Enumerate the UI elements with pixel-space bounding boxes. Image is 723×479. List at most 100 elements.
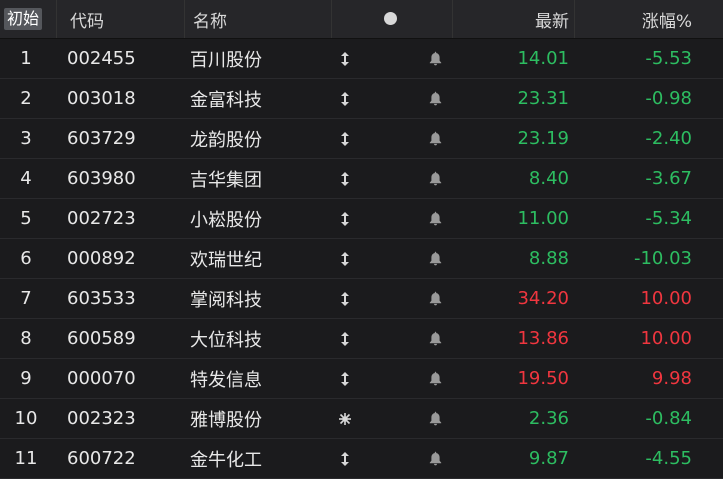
row-index: 6 [20, 248, 32, 269]
name-column-header[interactable]: 名称 [193, 0, 227, 38]
table-row[interactable]: 6 000892 欢瑞世纪 8.88 -10.03 [0, 239, 723, 279]
spark-icon[interactable] [338, 399, 352, 438]
sort-icon[interactable] [338, 359, 352, 398]
change-percent: -10.03 [633, 248, 692, 269]
stock-name: 吉华集团 [190, 169, 262, 191]
change-percent: -0.98 [645, 88, 692, 109]
sort-icon[interactable] [338, 439, 352, 478]
stock-table: 初始 代码 名称 最新 涨幅% 1 002455 百川股份 14.01 -5.53 2 00… [0, 0, 723, 479]
change-percent: -0.84 [645, 408, 692, 429]
latest-price: 9.87 [528, 448, 569, 469]
bell-icon[interactable] [428, 199, 442, 238]
bell-icon[interactable] [428, 279, 442, 318]
bell-icon[interactable] [428, 439, 442, 478]
stock-name: 特发信息 [190, 369, 262, 391]
stock-code: 003018 [67, 88, 136, 109]
sort-icon[interactable] [338, 239, 352, 278]
row-index: 11 [14, 448, 38, 469]
table-row[interactable]: 11 600722 金牛化工 9.87 -4.55 [0, 439, 723, 479]
bell-icon[interactable] [428, 359, 442, 398]
status-dot-icon[interactable] [384, 12, 397, 25]
change-percent: 9.98 [651, 368, 692, 389]
row-index: 7 [20, 288, 32, 309]
column-separator[interactable] [574, 0, 575, 38]
row-index: 5 [20, 208, 32, 229]
sort-icon[interactable] [338, 79, 352, 118]
stock-code: 603533 [67, 288, 136, 309]
table-row[interactable]: 10 002323 雅博股份 2.36 -0.84 [0, 399, 723, 439]
change-percent: -3.67 [645, 168, 692, 189]
row-index: 9 [20, 368, 32, 389]
sort-icon[interactable] [338, 199, 352, 238]
sort-icon[interactable] [338, 319, 352, 358]
row-index: 4 [20, 168, 32, 189]
change-percent: -2.40 [645, 128, 692, 149]
stock-name: 大位科技 [190, 329, 262, 351]
row-index: 2 [20, 88, 32, 109]
change-percent: -4.55 [645, 448, 692, 469]
change-percent: -5.53 [645, 48, 692, 69]
stock-code: 000892 [67, 248, 136, 269]
stock-code: 600722 [67, 448, 136, 469]
stock-name: 金富科技 [190, 89, 262, 111]
stock-code: 600589 [67, 328, 136, 349]
column-separator[interactable] [184, 0, 185, 38]
column-separator[interactable] [452, 0, 453, 38]
sort-icon[interactable] [338, 159, 352, 198]
sort-icon[interactable] [338, 39, 352, 78]
latest-price: 2.36 [528, 408, 569, 429]
bell-icon[interactable] [428, 159, 442, 198]
stock-name: 金牛化工 [190, 449, 262, 471]
sort-icon[interactable] [338, 119, 352, 158]
table-row[interactable]: 9 000070 特发信息 19.50 9.98 [0, 359, 723, 399]
latest-price: 34.20 [517, 288, 569, 309]
table-row[interactable]: 7 603533 掌阅科技 34.20 10.00 [0, 279, 723, 319]
table-row[interactable]: 1 002455 百川股份 14.01 -5.53 [0, 39, 723, 79]
reset-order-button[interactable]: 初始 [4, 8, 43, 30]
stock-code: 002723 [67, 208, 136, 229]
stock-code: 002455 [67, 48, 136, 69]
latest-price: 23.19 [517, 128, 569, 149]
row-index: 8 [20, 328, 32, 349]
bell-icon[interactable] [428, 119, 442, 158]
bell-icon[interactable] [428, 319, 442, 358]
change-percent: -5.34 [645, 208, 692, 229]
stock-code: 000070 [67, 368, 136, 389]
stock-name: 雅博股份 [190, 409, 262, 431]
latest-price: 23.31 [517, 88, 569, 109]
latest-price: 8.40 [528, 168, 569, 189]
stock-name: 欢瑞世纪 [190, 249, 262, 271]
latest-price: 8.88 [528, 248, 569, 269]
table-row[interactable]: 3 603729 龙韵股份 23.19 -2.40 [0, 119, 723, 159]
table-body: 1 002455 百川股份 14.01 -5.53 2 003018 金富科技 23.31 -0.… [0, 39, 723, 479]
stock-code: 603980 [67, 168, 136, 189]
change-percent: 10.00 [640, 288, 692, 309]
row-index: 3 [20, 128, 32, 149]
column-separator[interactable] [331, 0, 332, 38]
change-percent: 10.00 [640, 328, 692, 349]
table-header: 初始 代码 名称 最新 涨幅% [0, 0, 723, 39]
price-column-header[interactable]: 最新 [535, 0, 569, 38]
latest-price: 14.01 [517, 48, 569, 69]
bell-icon[interactable] [428, 79, 442, 118]
stock-name: 百川股份 [190, 49, 262, 71]
latest-price: 11.00 [517, 208, 569, 229]
row-index: 10 [14, 408, 38, 429]
sort-icon[interactable] [338, 279, 352, 318]
bell-icon[interactable] [428, 399, 442, 438]
stock-code: 603729 [67, 128, 136, 149]
table-row[interactable]: 4 603980 吉华集团 8.40 -3.67 [0, 159, 723, 199]
code-column-header[interactable]: 代码 [70, 0, 104, 38]
table-row[interactable]: 8 600589 大位科技 13.86 10.00 [0, 319, 723, 359]
bell-icon[interactable] [428, 239, 442, 278]
column-separator[interactable] [56, 0, 57, 38]
table-row[interactable]: 5 002723 小崧股份 11.00 -5.34 [0, 199, 723, 239]
stock-name: 龙韵股份 [190, 129, 262, 151]
table-row[interactable]: 2 003018 金富科技 23.31 -0.98 [0, 79, 723, 119]
change-column-header[interactable]: 涨幅% [642, 0, 692, 38]
stock-name: 小崧股份 [190, 209, 262, 231]
latest-price: 19.50 [517, 368, 569, 389]
bell-icon[interactable] [428, 39, 442, 78]
latest-price: 13.86 [517, 328, 569, 349]
row-index: 1 [20, 48, 32, 69]
